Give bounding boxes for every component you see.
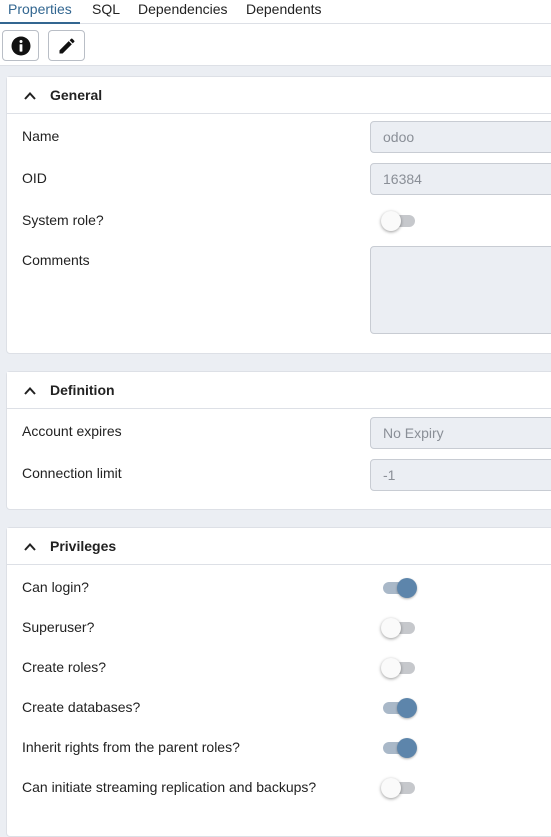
general-panel: General Name odoo OID 16384 System role?… bbox=[6, 76, 551, 354]
chevron-up-icon bbox=[24, 543, 36, 551]
name-field[interactable]: odoo bbox=[370, 121, 551, 153]
tab-dependencies[interactable]: Dependencies bbox=[130, 0, 236, 24]
create-databases-toggle[interactable] bbox=[381, 697, 419, 719]
account-expires-label: Account expires bbox=[22, 423, 122, 439]
account-expires-field[interactable]: No Expiry bbox=[370, 417, 551, 449]
replication-label: Can initiate streaming replication and b… bbox=[22, 779, 317, 795]
connection-limit-label: Connection limit bbox=[22, 465, 122, 481]
general-panel-header[interactable]: General bbox=[7, 77, 551, 114]
info-button[interactable] bbox=[2, 30, 39, 61]
tab-dependents[interactable]: Dependents bbox=[238, 0, 330, 24]
system-role-label: System role? bbox=[22, 212, 104, 228]
chevron-up-icon bbox=[24, 92, 36, 100]
toolbar bbox=[0, 24, 551, 66]
inherit-rights-label: Inherit rights from the parent roles? bbox=[22, 739, 240, 755]
definition-panel-header[interactable]: Definition bbox=[7, 372, 551, 409]
pencil-icon bbox=[59, 37, 75, 53]
tab-sql[interactable]: SQL bbox=[84, 0, 128, 24]
info-circle-icon bbox=[11, 36, 30, 55]
superuser-toggle[interactable] bbox=[381, 617, 419, 639]
privileges-panel-header[interactable]: Privileges bbox=[7, 528, 551, 565]
tab-bar: Properties SQL Dependencies Dependents bbox=[0, 0, 551, 24]
name-label: Name bbox=[22, 128, 60, 144]
can-login-toggle[interactable] bbox=[381, 577, 419, 599]
replication-toggle[interactable] bbox=[381, 777, 419, 799]
comments-label: Comments bbox=[22, 252, 90, 268]
comments-field[interactable] bbox=[370, 246, 551, 334]
chevron-up-icon bbox=[24, 387, 36, 395]
tab-properties[interactable]: Properties bbox=[0, 0, 80, 24]
create-roles-toggle[interactable] bbox=[381, 657, 419, 679]
system-role-toggle[interactable] bbox=[381, 210, 419, 232]
privileges-panel-title: Privileges bbox=[50, 538, 117, 554]
superuser-label: Superuser? bbox=[22, 619, 95, 635]
create-roles-label: Create roles? bbox=[22, 659, 107, 675]
oid-label: OID bbox=[22, 170, 47, 186]
create-databases-label: Create databases? bbox=[22, 699, 141, 715]
edit-button[interactable] bbox=[48, 30, 85, 61]
definition-panel: Definition Account expires No Expiry Con… bbox=[6, 371, 551, 510]
definition-panel-title: Definition bbox=[50, 382, 115, 398]
general-panel-title: General bbox=[50, 87, 103, 103]
connection-limit-field[interactable]: -1 bbox=[370, 459, 551, 491]
oid-field[interactable]: 16384 bbox=[370, 163, 551, 195]
can-login-label: Can login? bbox=[22, 579, 89, 595]
privileges-panel: Privileges Can login? Superuser? Create … bbox=[6, 527, 551, 837]
inherit-rights-toggle[interactable] bbox=[381, 737, 419, 759]
